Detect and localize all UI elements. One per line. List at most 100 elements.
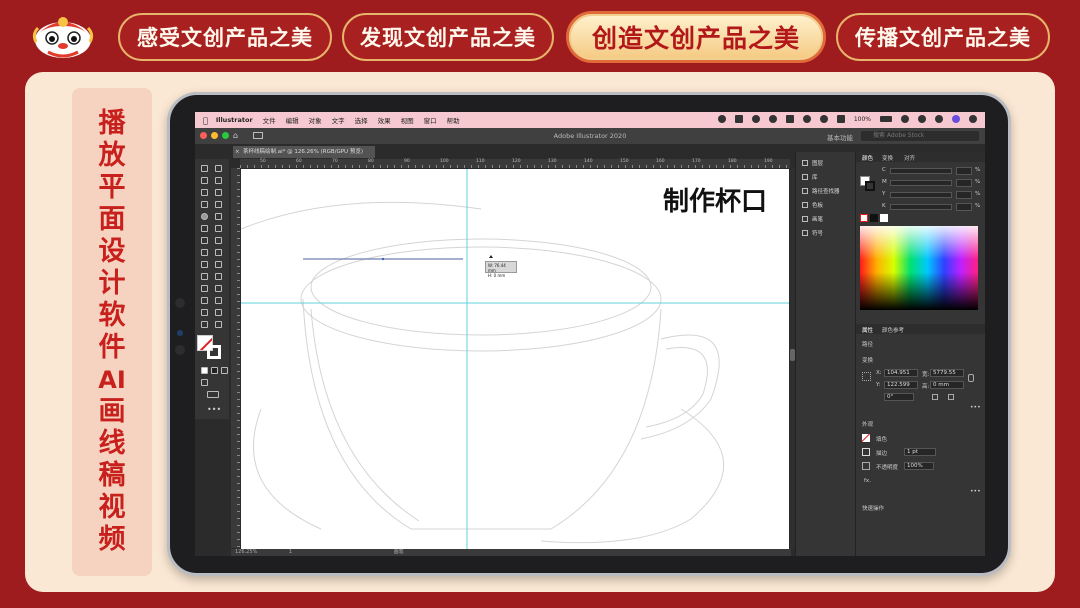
menu-app-name[interactable]: Illustrator (216, 116, 253, 124)
zoom-level[interactable]: 126.25% (235, 549, 257, 555)
artboard-number[interactable]: 1 (289, 549, 292, 555)
artboard-canvas[interactable]: 制作杯口 W: 76.44 mm H: 0 mm (241, 169, 789, 549)
menu-type[interactable]: 文字 (332, 115, 345, 125)
w-input[interactable]: 5779.55 (930, 369, 964, 377)
color-spectrum[interactable] (860, 226, 978, 310)
eraser-tool-icon[interactable] (215, 225, 222, 232)
yellow-value-field[interactable] (956, 191, 972, 199)
menu-help[interactable]: 帮助 (447, 115, 460, 125)
magenta-value-field[interactable] (956, 179, 972, 187)
info-icon[interactable] (768, 115, 777, 123)
cyan-slider[interactable] (890, 168, 952, 174)
none-color-icon[interactable] (860, 214, 868, 222)
perspective-grid-tool-icon[interactable] (215, 261, 222, 268)
symbol-sprayer-tool-icon[interactable] (201, 297, 208, 304)
line-tool-icon[interactable] (215, 201, 222, 208)
rotate-tool-icon[interactable] (201, 237, 208, 244)
pen-tool-icon[interactable] (201, 189, 208, 196)
magenta-slider[interactable] (890, 180, 952, 186)
menu-view[interactable]: 视图 (401, 115, 414, 125)
constrain-proportions-icon[interactable] (968, 374, 974, 382)
apple-icon[interactable]:  (203, 116, 208, 125)
h-input[interactable]: 0 mm (930, 381, 964, 389)
shaper-tool-icon[interactable] (201, 225, 208, 232)
menu-object[interactable]: 对象 (309, 115, 322, 125)
flip-horizontal-icon[interactable] (932, 394, 938, 400)
nav-tab-spread[interactable]: 传播文创产品之美 (836, 13, 1050, 61)
magic-wand-tool-icon[interactable] (201, 177, 208, 184)
black-slider[interactable] (890, 204, 952, 210)
menu-effect[interactable]: 效果 (378, 115, 391, 125)
pathfinder-panel-button[interactable]: 路径查找器 (802, 186, 840, 196)
tab-transform[interactable]: 变换 (882, 154, 893, 162)
shape-builder-tool-icon[interactable] (201, 261, 208, 268)
ellipse-tool-icon[interactable] (201, 213, 208, 220)
white-color-icon[interactable] (880, 214, 888, 222)
appearance-stroke-swatch[interactable] (862, 448, 870, 456)
x-input[interactable]: 104.951 (884, 369, 918, 377)
zoom-tool-icon[interactable] (215, 321, 222, 328)
gradient-tool-icon[interactable] (215, 273, 222, 280)
tab-color[interactable]: 颜色 (862, 154, 873, 162)
close-tab-icon[interactable]: × (235, 146, 240, 158)
menu-select[interactable]: 选择 (355, 115, 368, 125)
black-value-field[interactable] (956, 203, 972, 211)
clock-icon[interactable] (751, 115, 760, 123)
opacity-input[interactable]: 100% (904, 462, 934, 470)
type-tool-icon[interactable] (201, 201, 208, 208)
brushes-panel-button[interactable]: 画笔 (802, 214, 823, 224)
slice-tool-icon[interactable] (215, 309, 222, 316)
libraries-panel-button[interactable]: 库 (802, 172, 818, 182)
direct-selection-tool-icon[interactable] (215, 165, 222, 172)
input-method-icon[interactable] (836, 115, 845, 123)
graph-tool-icon[interactable] (215, 297, 222, 304)
lasso-tool-icon[interactable] (215, 177, 222, 184)
warp-tool-icon[interactable] (201, 249, 208, 256)
hand-tool-icon[interactable] (201, 321, 208, 328)
curvature-tool-icon[interactable] (215, 189, 222, 196)
record-icon[interactable] (717, 115, 726, 123)
symbols-panel-button[interactable]: 符号 (802, 228, 823, 238)
blend-tool-icon[interactable] (215, 285, 222, 292)
search-icon[interactable] (918, 115, 926, 123)
scale-tool-icon[interactable] (215, 237, 222, 244)
more-options-icon[interactable]: ••• (970, 404, 981, 411)
workspace-switcher[interactable]: 基本功能 (827, 132, 853, 142)
screen-mode-icon[interactable] (207, 391, 219, 398)
stock-search-input[interactable]: 搜索 Adobe Stock (861, 131, 979, 141)
reference-point-icon[interactable] (862, 372, 871, 381)
eyedropper-tool-icon[interactable] (201, 285, 208, 292)
gradient-mode-icon[interactable] (211, 367, 218, 374)
color-stroke-swatch[interactable] (865, 181, 875, 191)
control-center-icon[interactable] (969, 115, 977, 123)
swatches-panel-button[interactable]: 色板 (802, 200, 823, 210)
cloud-icon[interactable] (802, 115, 811, 123)
user-icon[interactable] (935, 115, 943, 123)
more-options-icon[interactable]: ••• (970, 488, 981, 495)
nav-tab-discover[interactable]: 发现文创产品之美 (342, 13, 554, 61)
stroke-weight-input[interactable]: 1 pt (904, 448, 936, 456)
menu-window[interactable]: 窗口 (424, 115, 437, 125)
artboard-tool-icon[interactable] (201, 309, 208, 316)
appearance-fill-swatch[interactable] (862, 434, 870, 442)
tab-color-guide[interactable]: 颜色参考 (882, 326, 904, 334)
siri-icon[interactable] (952, 115, 960, 123)
wechat-icon[interactable] (734, 115, 743, 123)
cyan-value-field[interactable] (956, 167, 972, 175)
nav-tab-create[interactable]: 创造文创产品之美 (566, 11, 826, 63)
black-color-icon[interactable] (870, 214, 878, 222)
bluetooth-icon[interactable] (819, 115, 828, 123)
mesh-tool-icon[interactable] (201, 273, 208, 280)
selection-tool-icon[interactable] (201, 165, 208, 172)
document-tab[interactable]: × 茶杯线稿绘制.ai* @ 126.26% (RGB/GPU 预览) (233, 146, 375, 158)
screen-icon[interactable] (785, 115, 794, 123)
more-tools-icon[interactable]: ••• (207, 405, 221, 414)
menu-file[interactable]: 文件 (263, 115, 276, 125)
vertical-ruler[interactable] (231, 168, 240, 548)
horizontal-ruler[interactable]: 50 60 70 80 90 100 110 120 130 140 150 1… (240, 159, 790, 168)
stroke-swatch[interactable] (207, 345, 221, 359)
layers-panel-button[interactable]: 图层 (802, 158, 823, 168)
flip-vertical-icon[interactable] (948, 394, 954, 400)
menu-edit[interactable]: 编辑 (286, 115, 299, 125)
rotate-input[interactable]: 0° (884, 393, 914, 401)
